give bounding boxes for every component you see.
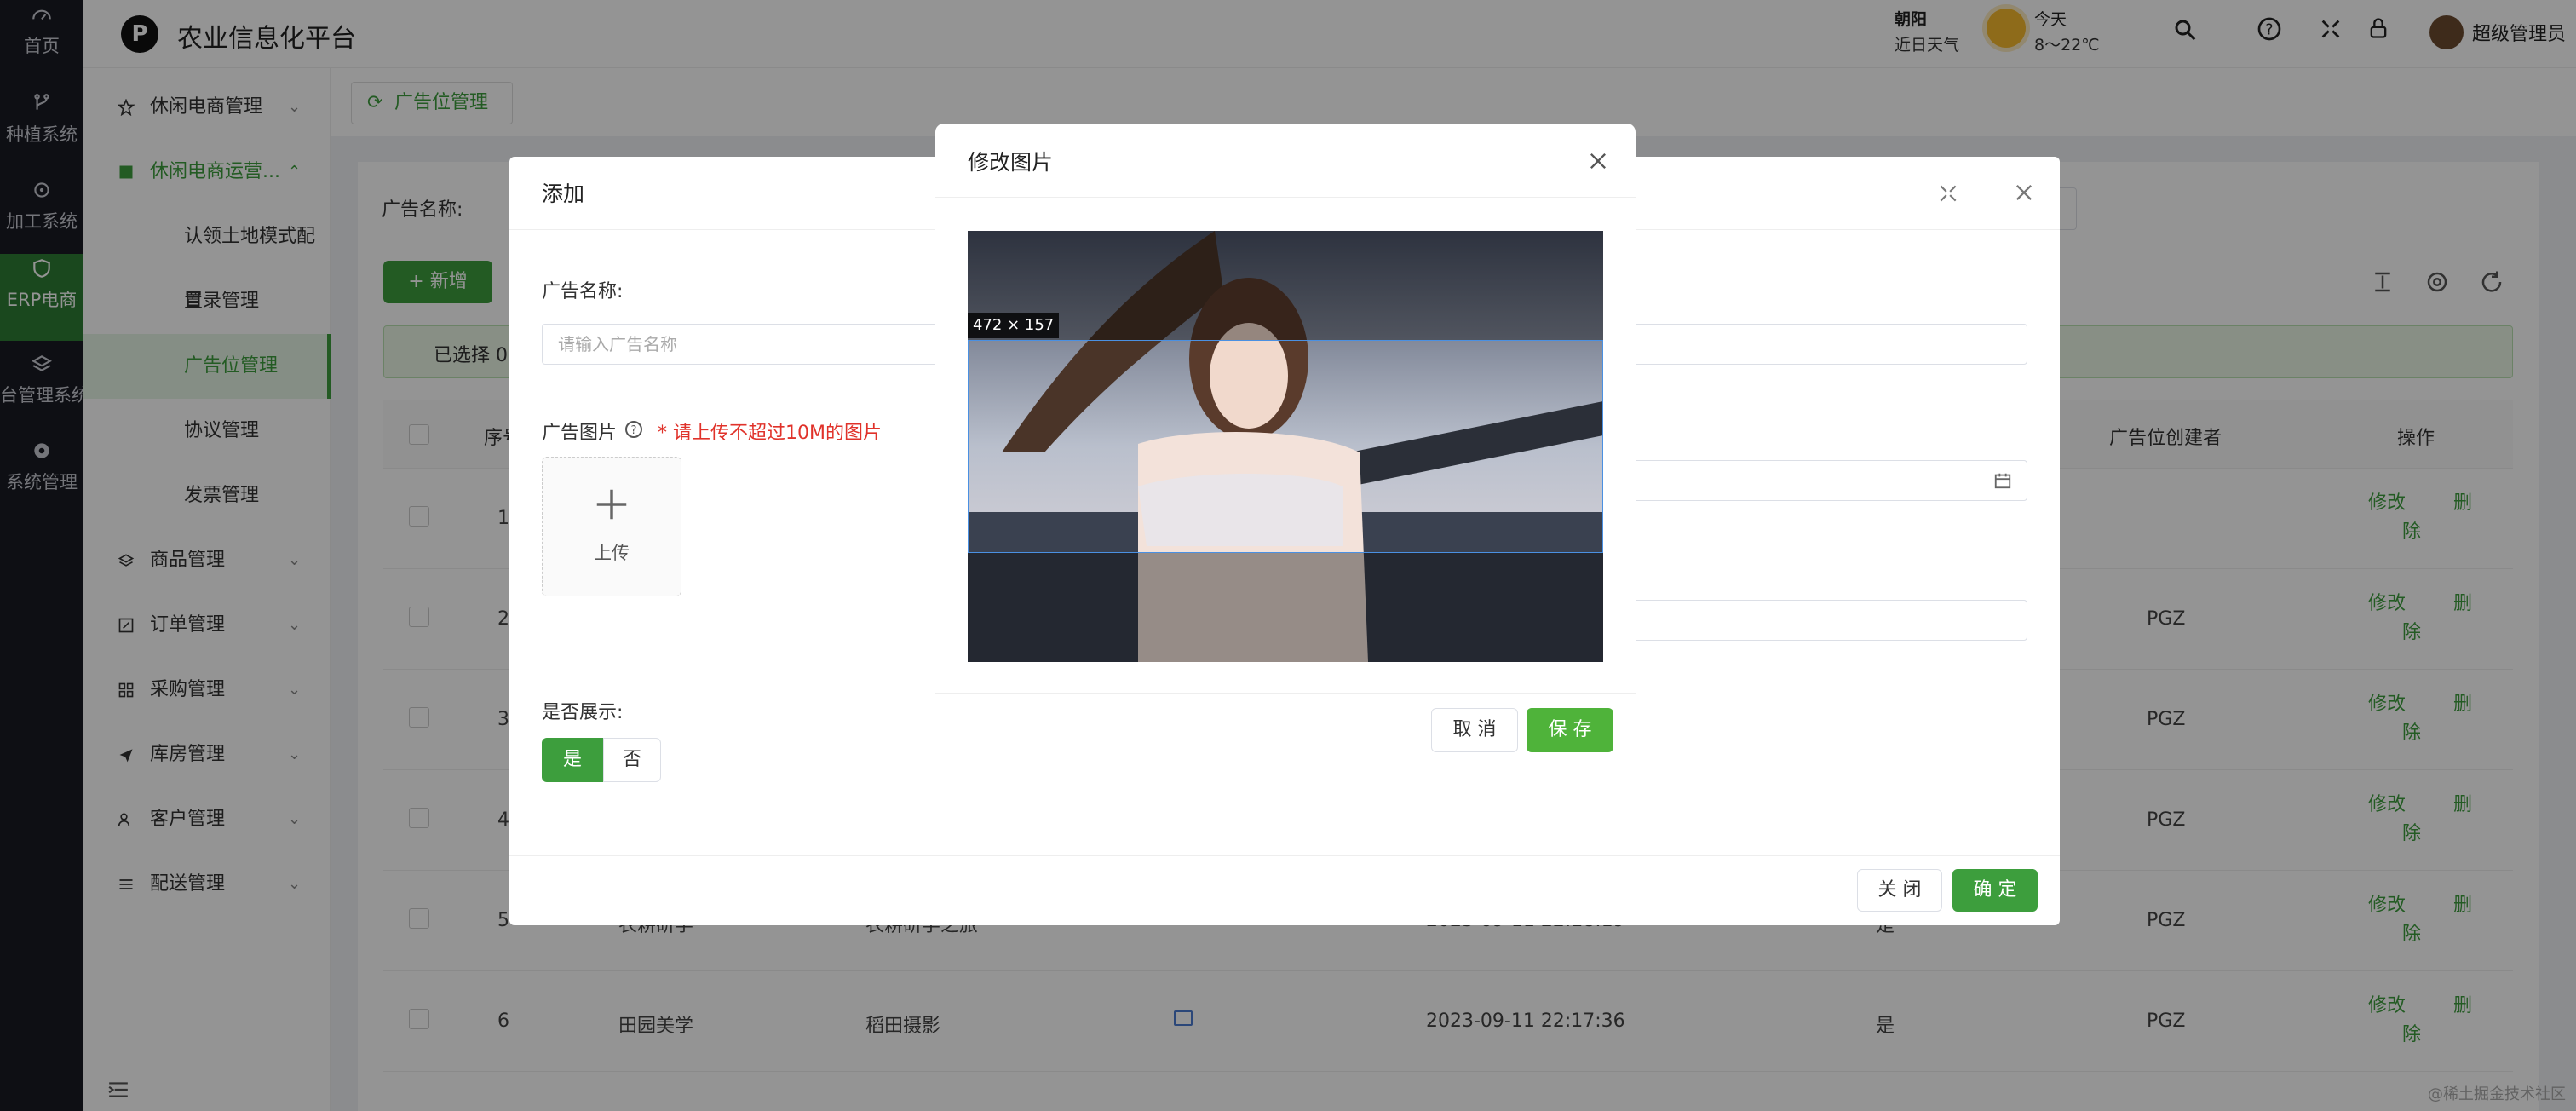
show-label: 是否展示: [542,702,624,723]
footer-divider [509,855,2060,856]
crop-dialog: 修改图片 472 × 157 取 消 保 存 [935,124,1636,764]
close-icon[interactable] [2012,181,2036,204]
show-no-radio[interactable]: 否 [603,738,661,782]
upload-box[interactable]: 上传 [542,457,681,596]
close-icon[interactable] [1586,149,1610,173]
calendar-icon [1994,473,2011,489]
crop-dialog-title: 修改图片 [968,150,1054,175]
ad-image-label: 广告图片 [542,423,618,444]
crop-shade-top [968,231,1603,340]
header-divider [935,197,1636,198]
footer-divider [935,693,1636,694]
save-button[interactable]: 保 存 [1527,708,1613,752]
upload-label: 上传 [594,543,630,563]
show-yes-radio[interactable]: 是 [542,738,603,782]
crop-size-badge: 472 × 157 [968,313,1060,338]
help-circle-icon[interactable]: ? [624,419,644,440]
crop-shade-bottom [968,553,1603,662]
crop-image-area[interactable]: 472 × 157 [968,231,1603,662]
svg-text:?: ? [631,424,637,437]
ad-name-label: 广告名称: [542,281,624,302]
add-dialog-title: 添加 [542,181,585,206]
close-button[interactable]: 关 闭 [1857,869,1942,912]
confirm-button[interactable]: 确 定 [1952,869,2038,912]
image-hint: * 请上传不超过10M的图片 [658,423,882,444]
plus-icon [596,489,627,520]
maximize-icon[interactable] [1937,182,1959,204]
crop-box[interactable] [968,340,1603,553]
cancel-button[interactable]: 取 消 [1431,708,1518,752]
